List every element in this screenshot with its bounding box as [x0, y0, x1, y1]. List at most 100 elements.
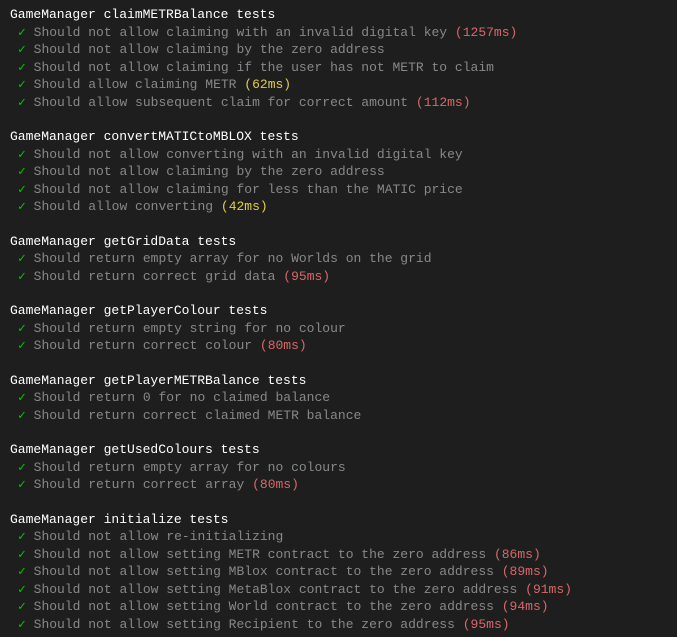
suite-title: GameManager convertMATICtoMBLOX tests: [10, 129, 299, 144]
test-description: Should not allow setting METR contract t…: [34, 547, 486, 562]
checkmark-icon: ✓: [18, 338, 26, 353]
suite-title: GameManager getGridData tests: [10, 234, 236, 249]
test-timing: (95ms): [463, 617, 510, 632]
test-description: Should not allow claiming if the user ha…: [34, 60, 494, 75]
test-line: ✓ Should allow claiming METR (62ms): [10, 76, 667, 94]
test-line: ✓ Should not allow claiming by the zero …: [10, 163, 667, 181]
checkmark-icon: ✓: [18, 599, 26, 614]
test-line: ✓ Should not allow claiming for less tha…: [10, 181, 667, 199]
test-description: Should not allow converting with an inva…: [34, 147, 463, 162]
suite-title: GameManager getUsedColours tests: [10, 442, 260, 457]
checkmark-icon: ✓: [18, 164, 26, 179]
suite-header: GameManager getPlayerMETRBalance tests: [10, 372, 667, 390]
test-line: ✓ Should return correct colour (80ms): [10, 337, 667, 355]
test-timing: (62ms): [244, 77, 291, 92]
suite-header: GameManager claimMETRBalance tests: [10, 6, 667, 24]
test-line: ✓ Should not allow claiming if the user …: [10, 59, 667, 77]
test-timing: (1257ms): [455, 25, 517, 40]
checkmark-icon: ✓: [18, 529, 26, 544]
test-description: Should return empty array for no Worlds …: [34, 251, 432, 266]
checkmark-icon: ✓: [18, 321, 26, 336]
test-description: Should not allow claiming with an invali…: [34, 25, 447, 40]
suite-header: GameManager initialize tests: [10, 511, 667, 529]
test-line: ✓ Should not allow setting METR contract…: [10, 546, 667, 564]
test-suite: GameManager getUsedColours tests ✓ Should…: [10, 441, 667, 494]
suite-header: GameManager getPlayerColour tests: [10, 302, 667, 320]
test-suite: GameManager getPlayerMETRBalance tests✓ …: [10, 372, 667, 425]
test-description: Should return correct grid data: [34, 269, 276, 284]
test-timing: (95ms): [283, 269, 330, 284]
test-description: Should not allow re-initializing: [34, 529, 284, 544]
test-description: Should not allow setting MBlox contract …: [34, 564, 494, 579]
test-description: Should return correct colour: [34, 338, 252, 353]
test-timing: (42ms): [221, 199, 268, 214]
suite-title: GameManager claimMETRBalance tests: [10, 7, 275, 22]
test-line: ✓ Should not allow re-initializing: [10, 528, 667, 546]
test-line: ✓ Should not allow claiming by the zero …: [10, 41, 667, 59]
checkmark-icon: ✓: [18, 199, 26, 214]
test-description: Should not allow setting MetaBlox contra…: [34, 582, 518, 597]
checkmark-icon: ✓: [18, 460, 26, 475]
test-line: ✓ Should return empty string for no colo…: [10, 320, 667, 338]
suite-header: GameManager getUsedColours tests: [10, 441, 667, 459]
test-output: GameManager claimMETRBalance tests ✓ Shou…: [10, 6, 667, 633]
checkmark-icon: ✓: [18, 60, 26, 75]
suite-header: GameManager getGridData tests: [10, 233, 667, 251]
checkmark-icon: ✓: [18, 25, 26, 40]
test-line: ✓ Should return correct grid data (95ms): [10, 268, 667, 286]
test-suite: GameManager convertMATICtoMBLOX tests ✓ S…: [10, 128, 667, 216]
suite-header: GameManager convertMATICtoMBLOX tests: [10, 128, 667, 146]
test-suite: GameManager getPlayerColour tests✓ Shoul…: [10, 302, 667, 355]
checkmark-icon: ✓: [18, 408, 26, 423]
test-description: Should not allow claiming for less than …: [34, 182, 463, 197]
test-description: Should allow subsequent claim for correc…: [34, 95, 408, 110]
checkmark-icon: ✓: [18, 477, 26, 492]
test-timing: (94ms): [502, 599, 549, 614]
test-timing: (80ms): [260, 338, 307, 353]
suite-title: GameManager initialize tests: [10, 512, 228, 527]
checkmark-icon: ✓: [18, 251, 26, 266]
test-description: Should return 0 for no claimed balance: [34, 390, 330, 405]
test-line: ✓ Should return 0 for no claimed balance: [10, 389, 667, 407]
test-line: ✓ Should not allow setting World contrac…: [10, 598, 667, 616]
test-description: Should allow converting: [34, 199, 213, 214]
test-description: Should not allow claiming by the zero ad…: [34, 164, 385, 179]
checkmark-icon: ✓: [18, 582, 26, 597]
test-line: ✓ Should not allow setting Recipient to …: [10, 616, 667, 634]
test-description: Should not allow setting Recipient to th…: [34, 617, 455, 632]
test-line: ✓ Should not allow converting with an in…: [10, 146, 667, 164]
test-timing: (91ms): [525, 582, 572, 597]
suite-title: GameManager getPlayerMETRBalance tests: [10, 373, 306, 388]
test-line: ✓ Should not allow claiming with an inva…: [10, 24, 667, 42]
checkmark-icon: ✓: [18, 77, 26, 92]
test-timing: (112ms): [416, 95, 471, 110]
checkmark-icon: ✓: [18, 95, 26, 110]
checkmark-icon: ✓: [18, 182, 26, 197]
test-description: Should not allow setting World contract …: [34, 599, 494, 614]
checkmark-icon: ✓: [18, 42, 26, 57]
checkmark-icon: ✓: [18, 147, 26, 162]
test-line: ✓ Should return empty array for no World…: [10, 250, 667, 268]
checkmark-icon: ✓: [18, 547, 26, 562]
test-timing: (86ms): [494, 547, 541, 562]
test-line: ✓ Should allow converting (42ms): [10, 198, 667, 216]
test-description: Should return empty string for no colour: [34, 321, 346, 336]
test-line: ✓ Should return correct claimed METR bal…: [10, 407, 667, 425]
test-description: Should return correct claimed METR balan…: [34, 408, 362, 423]
test-description: Should not allow claiming by the zero ad…: [34, 42, 385, 57]
test-suite: GameManager initialize tests✓ Should not…: [10, 511, 667, 634]
test-line: ✓ Should return empty array for no colou…: [10, 459, 667, 477]
test-timing: (89ms): [502, 564, 549, 579]
test-description: Should allow claiming METR: [34, 77, 237, 92]
checkmark-icon: ✓: [18, 390, 26, 405]
test-description: Should return correct array: [34, 477, 245, 492]
test-line: ✓ Should not allow setting MBlox contrac…: [10, 563, 667, 581]
test-suite: GameManager getGridData tests✓ Should re…: [10, 233, 667, 286]
test-timing: (80ms): [252, 477, 299, 492]
checkmark-icon: ✓: [18, 617, 26, 632]
test-line: ✓ Should allow subsequent claim for corr…: [10, 94, 667, 112]
test-line: ✓ Should return correct array (80ms): [10, 476, 667, 494]
checkmark-icon: ✓: [18, 269, 26, 284]
test-description: Should return empty array for no colours: [34, 460, 346, 475]
checkmark-icon: ✓: [18, 564, 26, 579]
